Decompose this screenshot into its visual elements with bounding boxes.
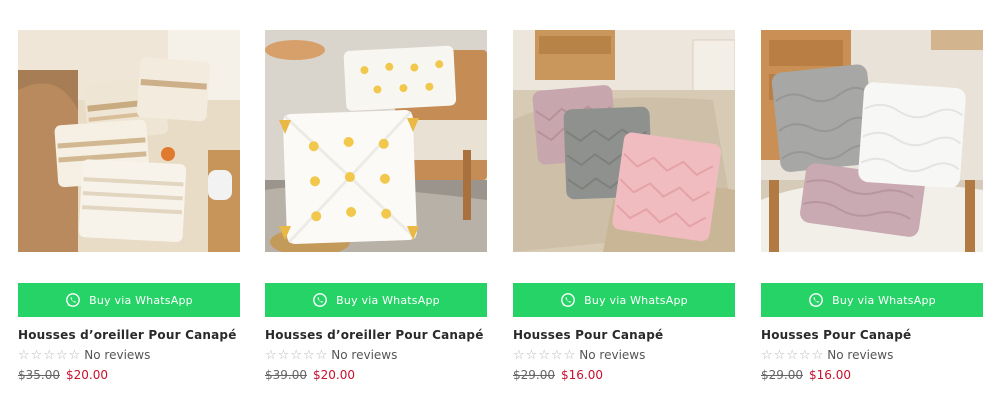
star-empty-icon: ☆ bbox=[55, 347, 68, 363]
price: $29.00 $16.00 bbox=[761, 368, 983, 382]
compare-at-price: $39.00 bbox=[265, 368, 307, 382]
buy-via-whatsapp-button[interactable]: Buy via WhatsApp bbox=[761, 283, 983, 317]
compare-at-price: $35.00 bbox=[18, 368, 60, 382]
reviews-label: No reviews bbox=[84, 348, 151, 362]
button-label: Buy via WhatsApp bbox=[584, 293, 688, 307]
star-rating: ☆ ☆ ☆ ☆ ☆ bbox=[513, 349, 575, 362]
product-title[interactable]: Housses Pour Canapé bbox=[513, 328, 735, 342]
whatsapp-icon bbox=[312, 292, 328, 308]
buy-via-whatsapp-button[interactable]: Buy via WhatsApp bbox=[513, 283, 735, 317]
button-label: Buy via WhatsApp bbox=[89, 293, 193, 307]
star-empty-icon: ☆ bbox=[811, 347, 824, 363]
product-card: Buy via WhatsApp Housses Pour Canapé ☆ ☆ ☆… bbox=[761, 30, 983, 382]
star-rating: ☆ ☆ ☆ ☆ ☆ bbox=[761, 349, 823, 362]
whatsapp-icon bbox=[560, 292, 576, 308]
product-image[interactable] bbox=[265, 30, 487, 252]
product-card: Buy via WhatsApp Housses Pour Canapé ☆ ☆ ☆… bbox=[513, 30, 735, 382]
star-empty-icon: ☆ bbox=[786, 347, 798, 363]
product-image[interactable] bbox=[513, 30, 735, 252]
reviews-label: No reviews bbox=[827, 348, 894, 362]
star-empty-icon: ☆ bbox=[43, 347, 55, 363]
sale-price: $20.00 bbox=[66, 368, 108, 382]
product-title[interactable]: Housses d’oreiller Pour Canapé bbox=[18, 328, 240, 342]
sale-price: $20.00 bbox=[313, 368, 355, 382]
sale-price: $16.00 bbox=[561, 368, 603, 382]
star-rating: ☆ ☆ ☆ ☆ ☆ bbox=[265, 349, 327, 362]
star-empty-icon: ☆ bbox=[798, 347, 811, 363]
star-empty-icon: ☆ bbox=[18, 347, 30, 363]
product-card: Buy via WhatsApp Housses d’oreiller Pour… bbox=[265, 30, 487, 382]
white-yellow-pompom-pillows-photo bbox=[265, 30, 487, 252]
rating: ☆ ☆ ☆ ☆ ☆ No reviews bbox=[265, 348, 487, 362]
product-title[interactable]: Housses Pour Canapé bbox=[761, 328, 983, 342]
whatsapp-icon bbox=[808, 292, 824, 308]
compare-at-price: $29.00 bbox=[513, 368, 555, 382]
star-empty-icon: ☆ bbox=[302, 347, 315, 363]
buy-via-whatsapp-button[interactable]: Buy via WhatsApp bbox=[265, 283, 487, 317]
whatsapp-icon bbox=[65, 292, 81, 308]
button-label: Buy via WhatsApp bbox=[832, 293, 936, 307]
rating: ☆ ☆ ☆ ☆ ☆ No reviews bbox=[761, 348, 983, 362]
reviews-label: No reviews bbox=[331, 348, 398, 362]
product-grid: Buy via WhatsApp Housses d’oreiller Pour… bbox=[0, 0, 1000, 410]
pink-gray-chevron-pillows-photo bbox=[513, 30, 735, 252]
star-empty-icon: ☆ bbox=[265, 347, 277, 363]
rating: ☆ ☆ ☆ ☆ ☆ No reviews bbox=[18, 348, 240, 362]
product-card: Buy via WhatsApp Housses d’oreiller Pour… bbox=[18, 30, 240, 382]
star-empty-icon: ☆ bbox=[277, 347, 290, 363]
star-empty-icon: ☆ bbox=[290, 347, 302, 363]
star-empty-icon: ☆ bbox=[773, 347, 786, 363]
product-image[interactable] bbox=[18, 30, 240, 252]
star-empty-icon: ☆ bbox=[525, 347, 538, 363]
button-label: Buy via WhatsApp bbox=[336, 293, 440, 307]
sale-price: $16.00 bbox=[809, 368, 851, 382]
rating: ☆ ☆ ☆ ☆ ☆ No reviews bbox=[513, 348, 735, 362]
price: $29.00 $16.00 bbox=[513, 368, 735, 382]
gray-white-plush-pillows-photo bbox=[761, 30, 983, 252]
buy-via-whatsapp-button[interactable]: Buy via WhatsApp bbox=[18, 283, 240, 317]
star-empty-icon: ☆ bbox=[538, 347, 550, 363]
star-rating: ☆ ☆ ☆ ☆ ☆ bbox=[18, 349, 80, 362]
star-empty-icon: ☆ bbox=[68, 347, 81, 363]
star-empty-icon: ☆ bbox=[550, 347, 563, 363]
reviews-label: No reviews bbox=[579, 348, 646, 362]
compare-at-price: $29.00 bbox=[761, 368, 803, 382]
star-empty-icon: ☆ bbox=[513, 347, 525, 363]
cream-tassel-pillows-photo bbox=[18, 30, 240, 252]
star-empty-icon: ☆ bbox=[563, 347, 576, 363]
star-empty-icon: ☆ bbox=[315, 347, 328, 363]
star-empty-icon: ☆ bbox=[30, 347, 43, 363]
product-image[interactable] bbox=[761, 30, 983, 252]
star-empty-icon: ☆ bbox=[761, 347, 773, 363]
price: $35.00 $20.00 bbox=[18, 368, 240, 382]
product-title[interactable]: Housses d’oreiller Pour Canapé bbox=[265, 328, 487, 342]
price: $39.00 $20.00 bbox=[265, 368, 487, 382]
